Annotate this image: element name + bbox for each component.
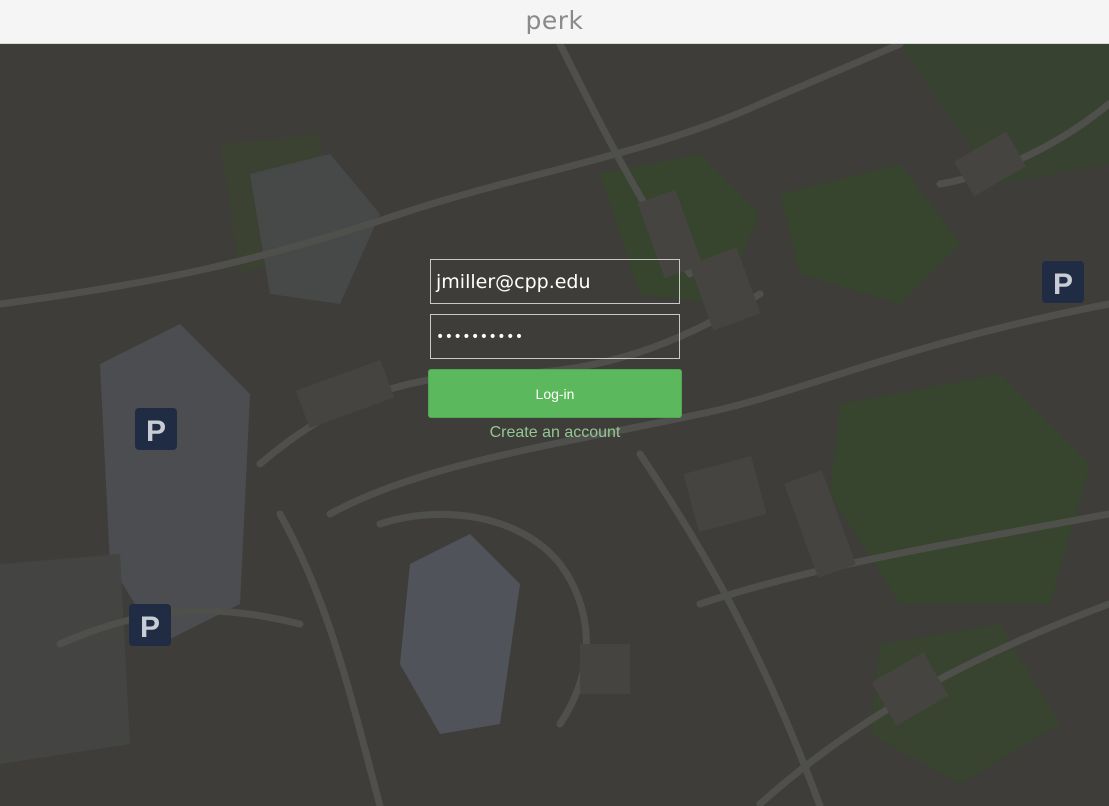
create-account-link[interactable]: Create an account — [428, 424, 682, 442]
app-window: perk P P P jmiller@cpp.edu •••••••••• Lo… — [0, 0, 1109, 806]
parking-icon[interactable]: P — [129, 604, 171, 646]
top-bar: perk — [0, 0, 1109, 44]
svg-text:P: P — [140, 611, 160, 644]
login-button[interactable]: Log-in — [428, 369, 682, 418]
email-field[interactable]: jmiller@cpp.edu — [430, 259, 680, 304]
parking-icon[interactable]: P — [135, 408, 177, 450]
login-button-label: Log-in — [535, 385, 575, 402]
password-value: •••••••••• — [436, 328, 524, 345]
email-value: jmiller@cpp.edu — [436, 270, 591, 293]
svg-text:P: P — [1053, 268, 1073, 301]
parking-icon[interactable]: P — [1042, 261, 1084, 303]
brand-logo: perk — [525, 5, 584, 35]
svg-text:P: P — [146, 415, 166, 448]
login-form: jmiller@cpp.edu •••••••••• Log-in Create… — [428, 259, 682, 442]
password-field[interactable]: •••••••••• — [430, 314, 680, 359]
